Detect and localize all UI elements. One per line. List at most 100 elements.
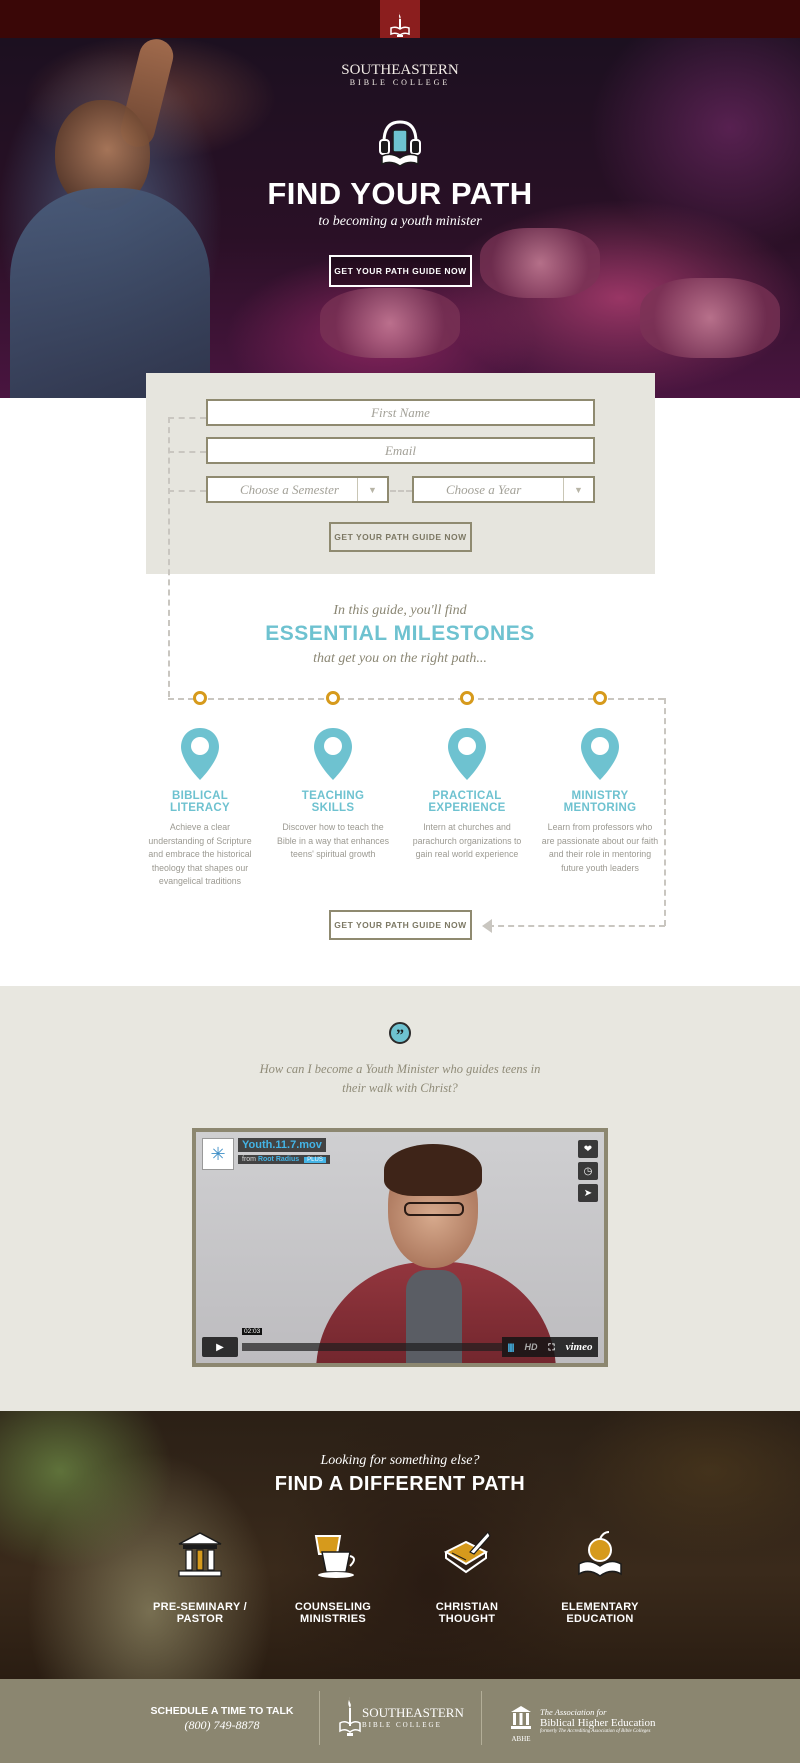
footer-brand-tagline: BIBLE COLLEGE <box>362 1721 442 1729</box>
hero-title: FIND YOUR PATH <box>267 176 533 211</box>
milestone-description: Discover how to teach the Bible in a way… <box>277 822 389 859</box>
path-label-line: CHRISTIAN <box>435 1601 499 1613</box>
path-line <box>168 417 206 419</box>
video-player[interactable]: ✳ Youth.11.7.mov from Root Radius PLUS ❤… <box>192 1128 608 1367</box>
path-line <box>168 490 206 492</box>
milestone-title: TEACHING SKILLS <box>273 790 393 814</box>
hero-cta-button[interactable]: GET YOUR PATH GUIDE NOW <box>329 255 472 287</box>
milestone-description: Intern at churches and parachurch organi… <box>412 822 522 859</box>
plus-badge: PLUS <box>304 1157 326 1163</box>
video-frame-hair <box>384 1144 482 1196</box>
headphones-book-icon <box>379 120 421 167</box>
path-label-line: EDUCATION <box>566 1613 634 1625</box>
path-link-elementary-education[interactable]: ELEMENTARY EDUCATION <box>535 1601 665 1625</box>
like-button[interactable]: ❤ <box>578 1140 598 1158</box>
abhe-intro: The Association for <box>540 1707 607 1717</box>
abhe-building-icon <box>511 1706 531 1729</box>
milestone-title: MINISTRY MENTORING <box>540 790 660 814</box>
milestone-title-line: SKILLS <box>311 802 355 814</box>
path-link-pre-seminary[interactable]: PRE-SEMINARY / PASTOR <box>135 1601 265 1625</box>
progress-bar[interactable] <box>242 1343 502 1351</box>
path-link-christian-thought[interactable]: CHRISTIAN THOUGHT <box>402 1601 532 1625</box>
fullscreen-icon[interactable]: ⛶ <box>548 1342 554 1353</box>
send-icon: ➤ <box>583 1187 593 1199</box>
map-pin-icon <box>181 728 219 780</box>
milestone-title-line: BIBLICAL <box>171 790 229 802</box>
different-path-section: Looking for something else? FIND A DIFFE… <box>0 1411 800 1679</box>
guide-title: ESSENTIAL MILESTONES <box>265 622 535 645</box>
arrow-left-icon <box>482 919 492 933</box>
milestone-title-line: PRACTICAL <box>432 790 502 802</box>
path-label-line: ELEMENTARY <box>561 1601 639 1613</box>
semester-select-value: Choose a Semester <box>240 481 339 497</box>
guide-intro: In this guide, you'll find <box>333 603 467 618</box>
watch-later-button[interactable]: ◷ <box>578 1162 598 1180</box>
milestone-title: PRACTICAL EXPERIENCE <box>407 790 527 814</box>
path-line <box>390 490 412 492</box>
video-author-link[interactable]: Root Radius <box>258 1156 299 1163</box>
brand-logo[interactable]: SOUTHEASTERN BIBLE COLLEGE <box>300 62 500 87</box>
first-name-field[interactable]: First Name <box>206 399 595 426</box>
milestone-description: Achieve a clear understanding of Scriptu… <box>148 822 252 886</box>
path-line <box>168 451 206 453</box>
hd-toggle[interactable]: HD <box>524 1342 537 1352</box>
guide-outro: that get you on the right path... <box>313 651 487 666</box>
form-submit-button[interactable]: GET YOUR PATH GUIDE NOW <box>329 522 472 552</box>
semester-select[interactable]: Choose a Semester ▼ <box>206 476 389 503</box>
hero-section: SOUTHEASTERN BIBLE COLLEGE FIND YOUR PAT… <box>0 38 800 398</box>
milestone-dot <box>593 691 607 705</box>
play-icon: ▶ <box>216 1341 224 1353</box>
phone-number[interactable]: (800) 749-8878 <box>136 1718 308 1733</box>
abhe-name: Biblical Higher Education <box>540 1717 656 1729</box>
year-select[interactable]: Choose a Year ▼ <box>412 476 595 503</box>
milestone-dot <box>193 691 207 705</box>
path-line <box>168 698 664 700</box>
path-label-line: COUNSELING <box>294 1601 372 1613</box>
milestone-title-line: MENTORING <box>563 802 637 814</box>
video-frame-glasses <box>404 1202 464 1216</box>
hero-subtitle: to becoming a youth minister <box>318 214 482 229</box>
volume-icon[interactable]: |||| <box>507 1342 514 1352</box>
signup-form-panel: First Name Email Choose a Semester ▼ Cho… <box>146 373 655 574</box>
player-options: |||| HD ⛶ vimeo <box>502 1337 598 1357</box>
temple-columns-icon[interactable] <box>173 1528 227 1582</box>
share-button[interactable]: ➤ <box>578 1184 598 1202</box>
milestone-title-line: TEACHING <box>301 790 365 802</box>
apple-book-icon[interactable] <box>573 1528 627 1582</box>
map-pin-icon <box>581 728 619 780</box>
uploader-avatar[interactable]: ✳ <box>202 1138 234 1170</box>
hero-photo-hands <box>640 278 780 358</box>
abhe-logo[interactable]: The Association for Biblical Higher Educ… <box>540 1707 655 1734</box>
schedule-call-link[interactable]: SCHEDULE A TIME TO TALK (800) 749-8878 <box>136 1705 308 1733</box>
guide-cta-button[interactable]: GET YOUR PATH GUIDE NOW <box>329 910 472 940</box>
path-link-counseling[interactable]: COUNSELING MINISTRIES <box>268 1601 398 1625</box>
book-and-torch-icon <box>390 12 410 37</box>
schedule-call-label: SCHEDULE A TIME TO TALK <box>150 1705 294 1717</box>
path-line <box>664 698 666 926</box>
hero-photo-hands <box>480 228 600 298</box>
vimeo-logo[interactable]: vimeo <box>566 1341 593 1353</box>
brand-tagline: BIBLE COLLEGE <box>349 78 451 87</box>
different-path-title: FIND A DIFFERENT PATH <box>274 1473 526 1495</box>
abhe-logo-mark: ABHE <box>508 1704 534 1743</box>
milestone-description: Learn from professors who are passionate… <box>541 822 659 873</box>
brand-name: SOUTHEASTERN <box>341 62 459 78</box>
different-path-subtitle: Looking for something else? <box>320 1453 480 1468</box>
footer: SCHEDULE A TIME TO TALK (800) 749-8878 S… <box>0 1679 800 1763</box>
coffee-cups-icon[interactable] <box>306 1528 360 1582</box>
footer-divider <box>319 1691 320 1745</box>
video-title[interactable]: Youth.11.7.mov <box>238 1138 326 1152</box>
quote-icon: ” <box>389 1022 411 1044</box>
milestone-title: BIBLICAL LITERACY <box>140 790 260 814</box>
path-line <box>488 925 665 927</box>
milestone-title-line: LITERACY <box>170 802 230 814</box>
footer-brand-logo[interactable]: SOUTHEASTERN BIBLE COLLEGE <box>362 1705 464 1729</box>
play-button[interactable]: ▶ <box>202 1337 238 1357</box>
chevron-down-icon: ▼ <box>357 478 387 501</box>
clock-icon: ◷ <box>583 1165 593 1177</box>
hero-photo-hands <box>320 288 460 358</box>
book-quill-icon[interactable] <box>440 1528 494 1582</box>
map-pin-icon <box>314 728 352 780</box>
milestone-title-line: MINISTRY <box>571 790 629 802</box>
email-field[interactable]: Email <box>206 437 595 464</box>
